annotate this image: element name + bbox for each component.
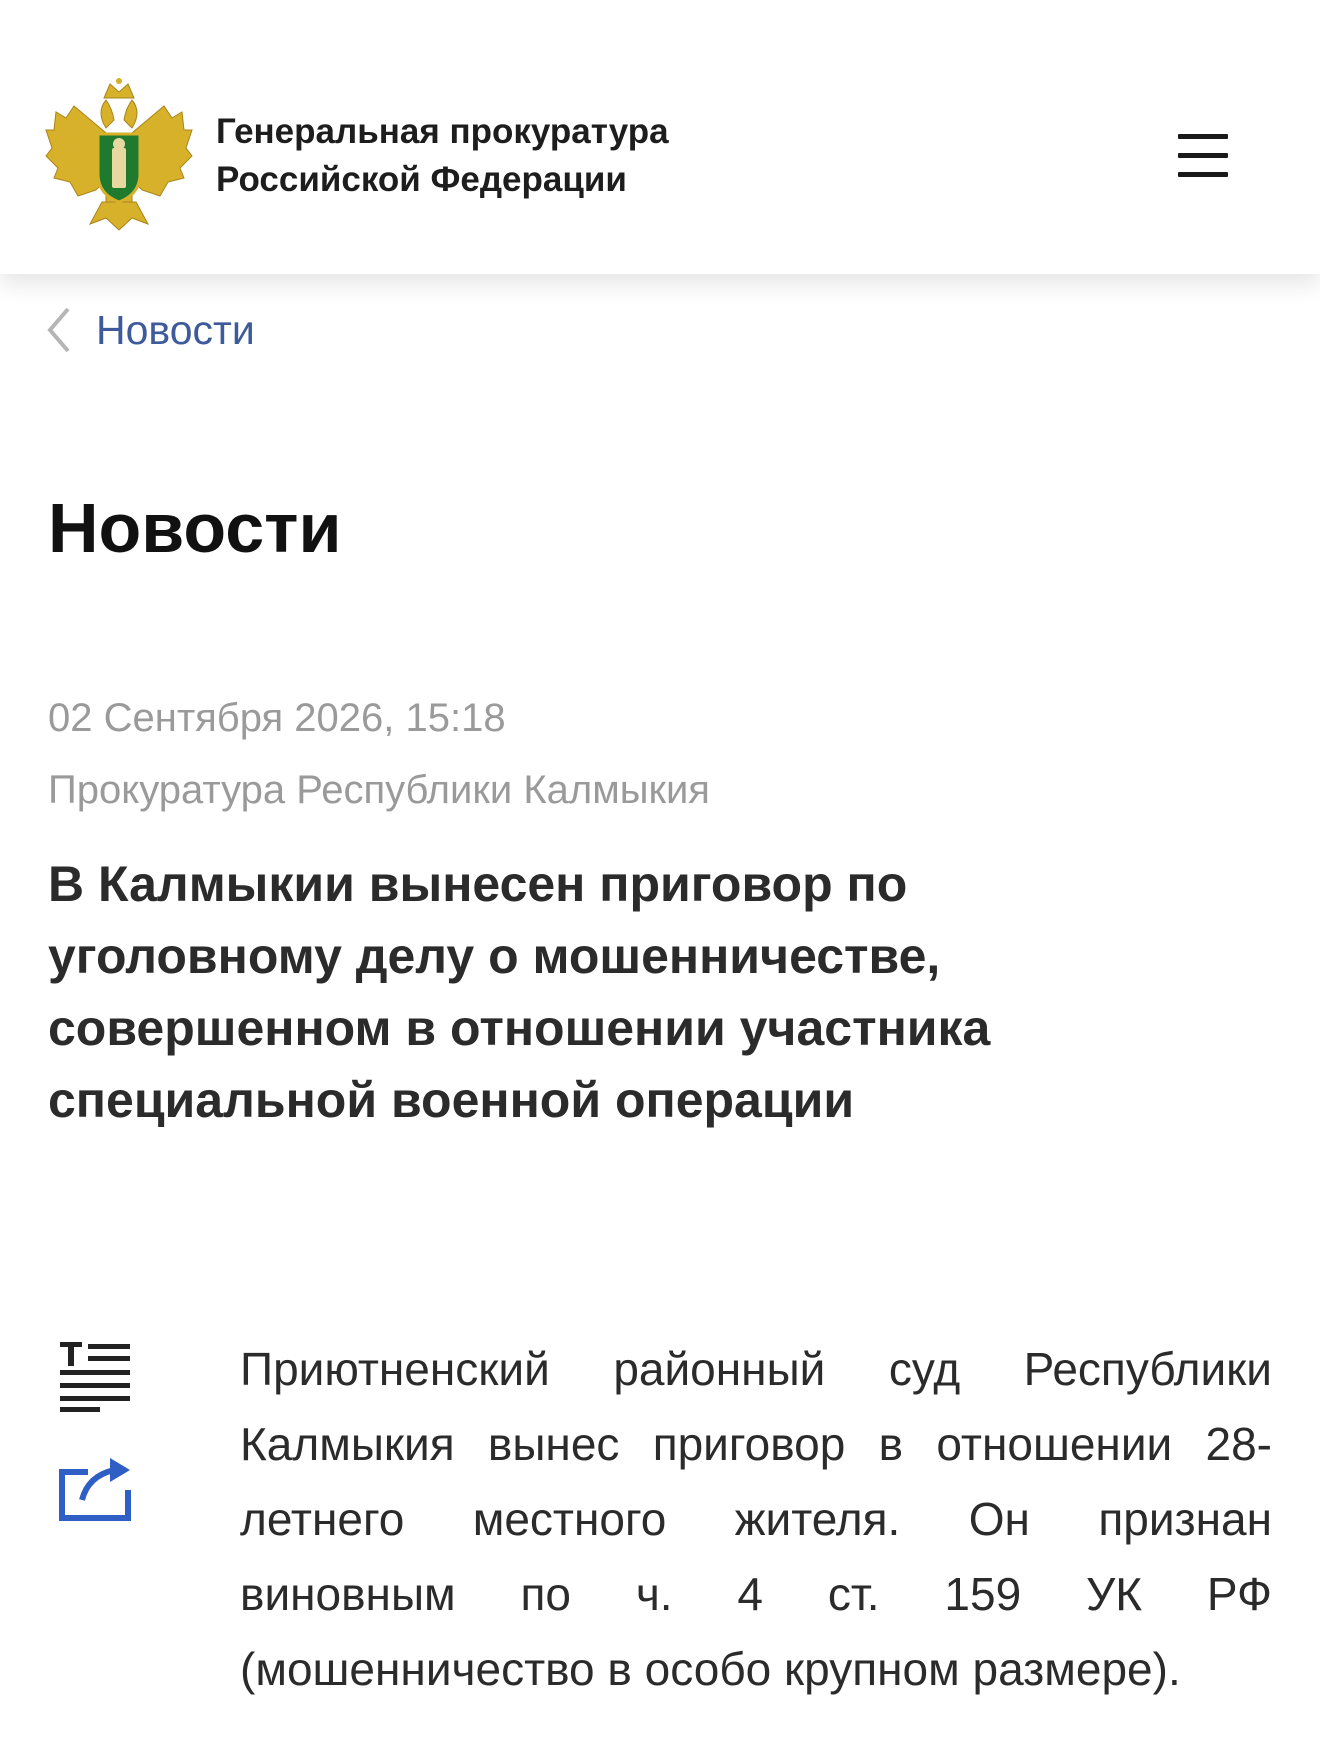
site-header: Генеральная прокуратура Российской Федер…: [0, 0, 1320, 274]
org-name[interactable]: Генеральная прокуратура Российской Федер…: [216, 108, 669, 204]
breadcrumb-label: Новости: [96, 306, 255, 353]
org-name-line2: Российской Федерации: [216, 160, 627, 199]
chevron-left-icon: [47, 307, 70, 353]
article-date: 02 Сентября 2026, 15:18: [48, 696, 506, 740]
article-body: Приютненский районный суд Республики Кал…: [240, 1343, 1272, 1695]
org-name-line1: Генеральная прокуратура: [216, 112, 669, 151]
article-headline: В Калмыкии вынесен приговор по уголовном…: [48, 856, 991, 1128]
breadcrumb-back-link[interactable]: Новости: [44, 300, 255, 360]
text-size-icon[interactable]: [58, 1340, 134, 1412]
prosecutor-emblem-icon[interactable]: [44, 78, 194, 232]
hamburger-menu-icon[interactable]: [1178, 134, 1232, 180]
page-title: Новости: [48, 489, 342, 567]
share-icon[interactable]: [58, 1456, 134, 1522]
article-source: Прокуратура Республики Калмыкия: [48, 768, 710, 812]
